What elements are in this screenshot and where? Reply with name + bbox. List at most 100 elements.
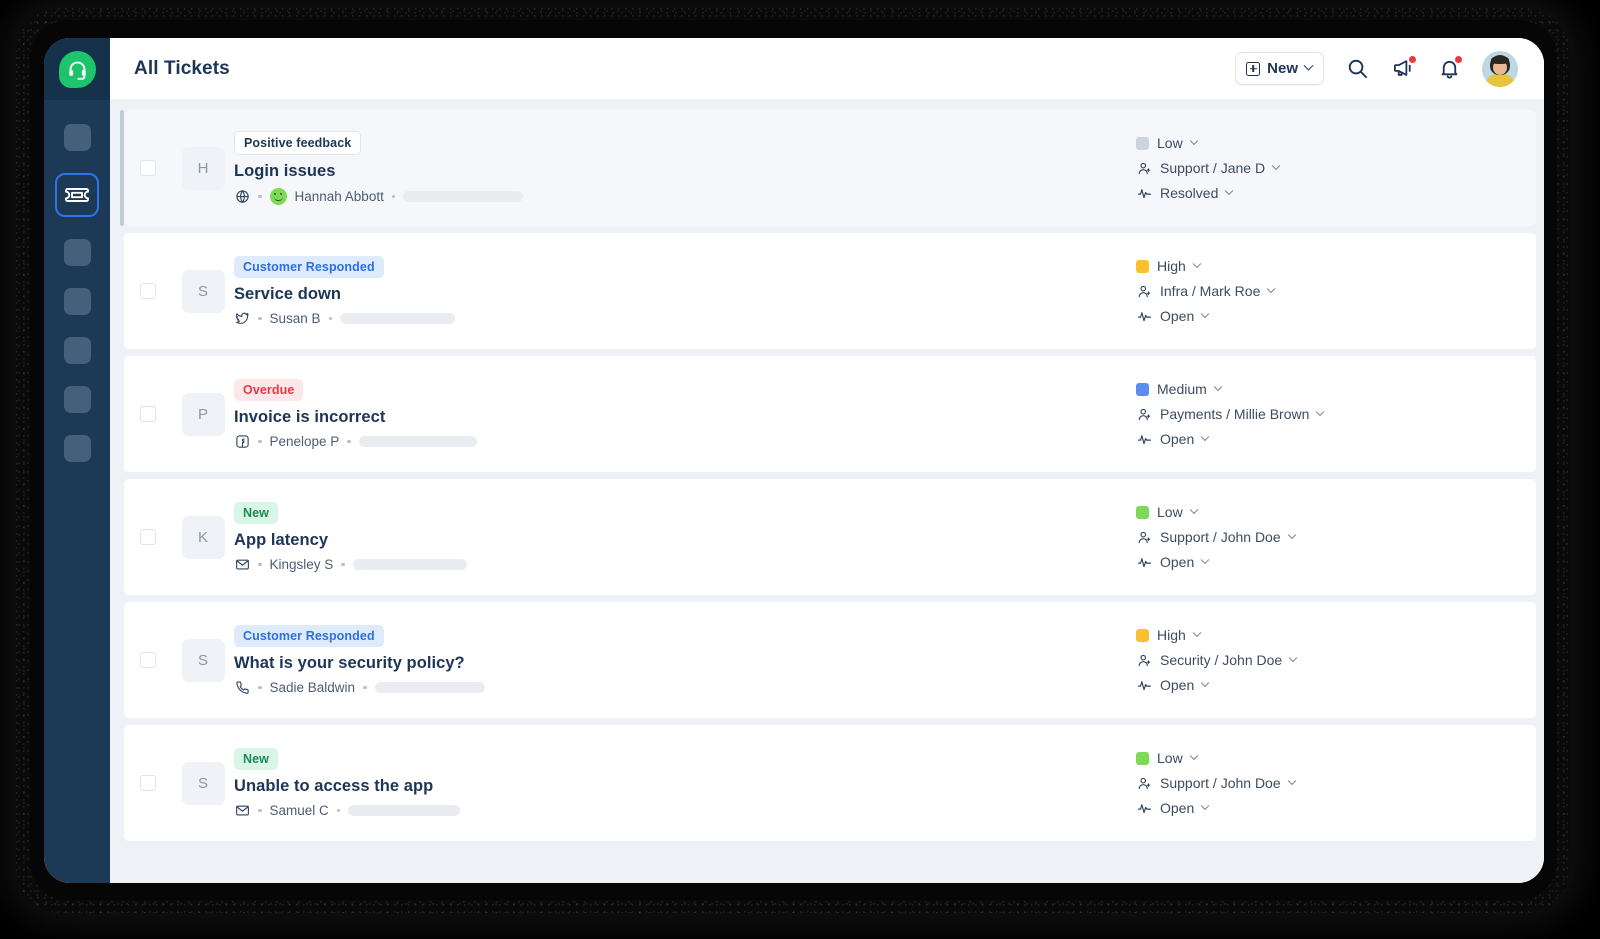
- sidebar-logo[interactable]: [44, 38, 110, 100]
- sidebar-item-6[interactable]: [63, 435, 91, 462]
- meta-separator: [258, 194, 262, 199]
- sidebar-item-4[interactable]: [63, 337, 91, 364]
- meta-separator: [328, 316, 333, 321]
- new-button[interactable]: New: [1235, 52, 1324, 85]
- table-row[interactable]: P Overdue Invoice is incorrect Penelope …: [124, 356, 1536, 472]
- priority-label: High: [1157, 258, 1186, 274]
- row-checkbox[interactable]: [140, 652, 156, 668]
- assignee-dropdown[interactable]: Security / John Doe: [1136, 652, 1536, 668]
- ticket-subject[interactable]: Invoice is incorrect: [234, 408, 1136, 427]
- status-dropdown[interactable]: Open: [1136, 677, 1536, 693]
- priority-dropdown[interactable]: High: [1136, 627, 1536, 643]
- ticket-subject[interactable]: App latency: [234, 531, 1136, 550]
- assignee-dropdown[interactable]: Support / John Doe: [1136, 775, 1536, 791]
- priority-label: Low: [1157, 504, 1183, 520]
- assignee-icon: [1136, 529, 1152, 545]
- priority-dropdown[interactable]: High: [1136, 258, 1536, 274]
- assignee-dropdown[interactable]: Support / Jane D: [1136, 160, 1536, 176]
- status-badge: Positive feedback: [234, 131, 362, 155]
- new-button-label: New: [1267, 60, 1298, 77]
- chevron-down-icon: [1201, 555, 1210, 565]
- row-select-cell: [124, 479, 172, 595]
- row-avatar-cell: S: [172, 602, 234, 718]
- table-row[interactable]: S Customer Responded Service down Susan …: [124, 233, 1536, 349]
- assignee-dropdown[interactable]: Support / John Doe: [1136, 529, 1536, 545]
- assignee-dropdown[interactable]: Payments / Millie Brown: [1136, 406, 1536, 422]
- activity-icon: [1136, 308, 1152, 324]
- status-label: Open: [1160, 800, 1195, 816]
- priority-label: Low: [1157, 750, 1183, 766]
- chevron-down-icon: [1316, 407, 1325, 417]
- ticket-meta: Hannah Abbott: [234, 188, 1136, 205]
- row-checkbox[interactable]: [140, 406, 156, 422]
- avatar-body: [1485, 73, 1515, 87]
- activity-icon: [1136, 677, 1152, 693]
- row-select-cell: [124, 602, 172, 718]
- sidebar-item-tickets[interactable]: [55, 173, 99, 217]
- sidebar-item-2[interactable]: [63, 239, 91, 266]
- ticket-subject[interactable]: Login issues: [234, 162, 1136, 181]
- priority-dropdown[interactable]: Low: [1136, 135, 1536, 151]
- status-label: Open: [1160, 431, 1195, 447]
- status-label: Resolved: [1160, 185, 1219, 201]
- status-dropdown[interactable]: Open: [1136, 308, 1536, 324]
- row-avatar-cell: K: [172, 479, 234, 595]
- sidebar-item-3[interactable]: [63, 288, 91, 315]
- chevron-down-icon: [1287, 530, 1296, 540]
- status-dropdown[interactable]: Resolved: [1136, 185, 1536, 201]
- meta-separator: [363, 685, 367, 690]
- avatar[interactable]: [1482, 50, 1518, 87]
- chevron-down-icon: [1201, 309, 1210, 319]
- requester-initial-avatar: P: [181, 392, 225, 436]
- requester-name: Hannah Abbott: [294, 189, 384, 204]
- priority-dropdown[interactable]: Medium: [1136, 381, 1536, 397]
- row-main-cell: Positive feedback Login issues Hannah Ab…: [234, 110, 1136, 226]
- megaphone-icon[interactable]: [1390, 55, 1416, 82]
- sidebar-item-0[interactable]: [63, 124, 91, 151]
- table-row[interactable]: K New App latency Kingsley S Low Support…: [124, 479, 1536, 595]
- chevron-down-icon: [1192, 628, 1202, 638]
- chevron-down-icon: [1201, 432, 1210, 442]
- row-checkbox[interactable]: [140, 283, 156, 299]
- sidebar-item-5[interactable]: [63, 386, 91, 413]
- search-icon[interactable]: [1344, 56, 1370, 82]
- activity-icon: [1136, 800, 1152, 816]
- requester-name: Samuel C: [269, 803, 329, 818]
- status-badge: Customer Responded: [234, 624, 384, 647]
- timestamp-placeholder: [340, 313, 456, 324]
- meta-separator: [258, 316, 262, 321]
- table-row[interactable]: S Customer Responded What is your securi…: [124, 602, 1536, 718]
- status-badge: Customer Responded: [234, 255, 384, 278]
- ticket-subject[interactable]: Service down: [234, 285, 1136, 304]
- status-dropdown[interactable]: Open: [1136, 431, 1536, 447]
- status-dropdown[interactable]: Open: [1136, 800, 1536, 816]
- ticket-subject[interactable]: What is your security policy?: [234, 654, 1136, 673]
- status-label: Open: [1160, 677, 1195, 693]
- ticket-subject[interactable]: Unable to access the app: [234, 777, 1136, 796]
- row-checkbox[interactable]: [140, 775, 156, 791]
- table-row[interactable]: S New Unable to access the app Samuel C …: [124, 725, 1536, 841]
- row-checkbox[interactable]: [140, 160, 156, 176]
- timestamp-placeholder: [358, 436, 477, 447]
- requester-name: Kingsley S: [269, 557, 334, 572]
- ticket-meta: Samuel C: [234, 803, 1136, 819]
- timestamp-placeholder: [403, 191, 524, 202]
- assignee-dropdown[interactable]: Infra / Mark Roe: [1136, 283, 1536, 299]
- row-checkbox[interactable]: [140, 529, 156, 545]
- row-main-cell: New App latency Kingsley S: [234, 479, 1136, 595]
- status-dropdown[interactable]: Open: [1136, 554, 1536, 570]
- row-attributes-cell: Low Support / John Doe Open: [1136, 725, 1536, 841]
- priority-dropdown[interactable]: Low: [1136, 750, 1536, 766]
- table-row[interactable]: H Positive feedback Login issues Hannah …: [120, 110, 1536, 226]
- timestamp-placeholder: [374, 682, 485, 693]
- assignee-label: Infra / Mark Roe: [1160, 283, 1261, 299]
- ticket-meta: Susan B: [234, 311, 1136, 327]
- bell-icon[interactable]: [1436, 55, 1462, 82]
- priority-dropdown[interactable]: Low: [1136, 504, 1536, 520]
- row-main-cell: Customer Responded Service down Susan B: [234, 233, 1136, 349]
- twitter-icon: [234, 311, 250, 327]
- row-avatar-cell: S: [172, 725, 234, 841]
- assignee-icon: [1136, 406, 1152, 422]
- page-title: All Tickets: [134, 57, 230, 79]
- chevron-down-icon: [1287, 776, 1296, 786]
